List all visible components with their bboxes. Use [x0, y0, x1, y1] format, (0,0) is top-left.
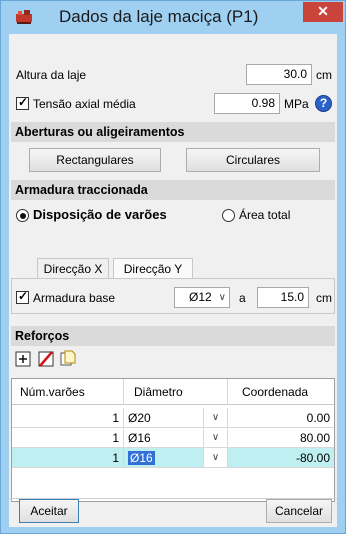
- table-header: Núm.varões Diâmetro Coordenada: [12, 379, 334, 405]
- close-button[interactable]: ✕: [303, 2, 343, 22]
- check-icon: ✓: [18, 289, 29, 303]
- column-header-coordinate[interactable]: Coordenada: [228, 379, 334, 405]
- tab-direction-y[interactable]: Direcção Y: [113, 258, 193, 278]
- slab-app-icon: [16, 10, 32, 24]
- total-area-label: Área total: [239, 208, 291, 222]
- reinforcements-header: Reforços: [11, 326, 335, 346]
- dialog-body: Altura da laje 30.0 cm ✓ Tensão axial mé…: [9, 34, 337, 527]
- circular-openings-button[interactable]: Circulares: [186, 148, 320, 172]
- base-diameter-select[interactable]: Ø12 ∨: [174, 287, 230, 308]
- table-row[interactable]: 1 Ø16 ∨ 80.00: [12, 428, 334, 448]
- openings-section-header: Aberturas ou aligeiramentos: [11, 122, 335, 142]
- cell-coordinate[interactable]: -80.00: [228, 448, 334, 468]
- slab-height-unit: cm: [316, 68, 332, 82]
- cell-diameter-value: Ø16: [128, 431, 151, 445]
- total-area-radio[interactable]: [222, 209, 235, 222]
- chevron-down-icon: ∨: [218, 292, 226, 303]
- slab-height-label: Altura da laje: [16, 68, 87, 82]
- cell-diameter[interactable]: Ø16: [124, 448, 204, 468]
- accept-button[interactable]: Aceitar: [19, 499, 79, 523]
- chevron-down-icon[interactable]: ∨: [204, 408, 228, 428]
- base-reinforcement-checkbox[interactable]: ✓: [16, 289, 29, 304]
- slab-height-input[interactable]: 30.0: [246, 64, 312, 85]
- cell-diameter-value: Ø20: [128, 411, 151, 425]
- spacing-label: a: [239, 291, 246, 305]
- tab-direction-x[interactable]: Direcção X: [37, 258, 109, 278]
- dialog-window: Dados da laje maciça (P1) ✕ Altura da la…: [0, 0, 346, 534]
- cell-count[interactable]: 1: [12, 428, 124, 448]
- tension-reinforcement-header: Armadura traccionada: [11, 180, 335, 200]
- table-row-selected[interactable]: 1 Ø16 ∨ -80.00: [12, 448, 334, 468]
- copy-row-icon[interactable]: [60, 350, 76, 366]
- cell-count[interactable]: 1: [12, 448, 124, 468]
- chevron-down-icon[interactable]: ∨: [204, 448, 228, 468]
- cell-coordinate[interactable]: 80.00: [228, 428, 334, 448]
- bar-layout-label: Disposição de varões: [33, 207, 167, 222]
- axial-stress-label: Tensão axial média: [33, 97, 136, 111]
- cell-diameter[interactable]: Ø20: [124, 408, 204, 428]
- spacing-input[interactable]: 15.0: [257, 287, 309, 308]
- column-header-count[interactable]: Núm.varões: [12, 379, 124, 405]
- axial-stress-checkbox[interactable]: ✓: [16, 95, 29, 110]
- table-row[interactable]: 1 Ø20 ∨ 0.00: [12, 408, 334, 428]
- delete-row-icon[interactable]: [38, 351, 54, 367]
- cell-coordinate[interactable]: 0.00: [228, 408, 334, 428]
- axial-stress-input[interactable]: 0.98: [214, 93, 280, 114]
- bar-layout-radio[interactable]: [16, 209, 29, 222]
- reinforcements-table[interactable]: Núm.varões Diâmetro Coordenada 1 Ø20 ∨ 0…: [11, 378, 335, 502]
- column-header-diameter[interactable]: Diâmetro: [124, 379, 228, 405]
- title-bar[interactable]: Dados da laje maciça (P1) ✕: [1, 1, 345, 34]
- base-diameter-value: Ø12: [189, 290, 212, 304]
- cell-diameter[interactable]: Ø16: [124, 428, 204, 448]
- axial-stress-unit: MPa: [284, 97, 309, 111]
- check-icon: ✓: [18, 95, 29, 109]
- chevron-down-icon[interactable]: ∨: [204, 428, 228, 448]
- add-row-icon[interactable]: [15, 351, 31, 367]
- cell-count[interactable]: 1: [12, 408, 124, 428]
- spacing-unit: cm: [316, 291, 332, 305]
- window-title: Dados da laje maciça (P1): [59, 7, 259, 26]
- help-icon[interactable]: ?: [315, 95, 332, 112]
- cell-diameter-value: Ø16: [128, 451, 155, 465]
- rectangular-openings-button[interactable]: Rectangulares: [29, 148, 161, 172]
- cancel-button[interactable]: Cancelar: [266, 499, 332, 523]
- base-reinforcement-label: Armadura base: [33, 291, 116, 305]
